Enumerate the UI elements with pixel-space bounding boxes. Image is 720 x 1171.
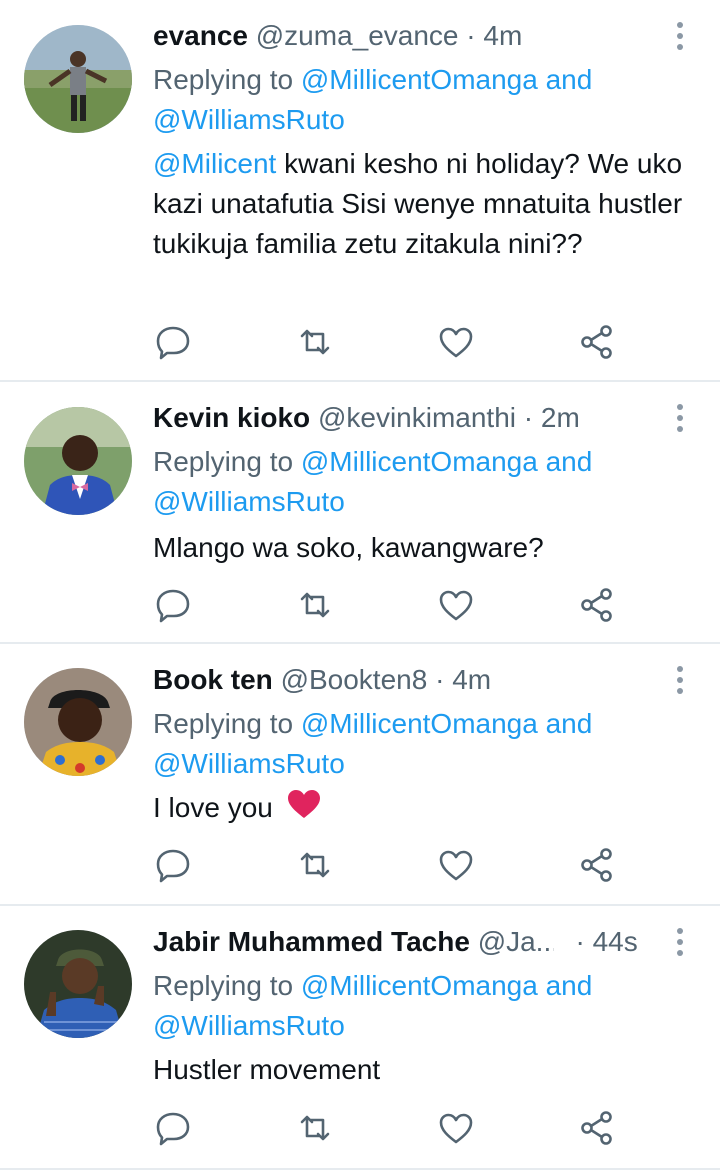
user-handle[interactable]: @zuma_evance [256, 20, 459, 51]
tweet-text-content: I love you [153, 792, 273, 823]
reply-and[interactable]: and [546, 970, 593, 1001]
user-handle[interactable]: @Ja... [478, 924, 554, 960]
reply-icon[interactable] [153, 1108, 193, 1148]
replying-to: Replying to @MillicentOmanga and @Willia… [153, 704, 673, 784]
replying-prefix: Replying to [153, 708, 294, 739]
tweet-header: Kevin kioko @kevinkimanthi · 2m [153, 400, 660, 436]
display-name[interactable]: Book ten [153, 664, 273, 695]
tweet-text: @Milicent kwani kesho ni holiday? We uko… [153, 144, 698, 264]
separator-dot: · [435, 664, 445, 695]
tweet[interactable]: Book ten @Bookten8 · 4m Replying to @Mil… [0, 644, 720, 904]
replying-prefix: Replying to [153, 970, 294, 1001]
mention-link[interactable]: @Milicent [153, 148, 276, 179]
share-icon[interactable] [577, 845, 617, 885]
reply-mention-link[interactable]: @MillicentOmanga [301, 970, 538, 1001]
red-heart-emoji [287, 789, 321, 830]
display-name[interactable]: Kevin kioko [153, 402, 310, 433]
more-options-icon[interactable] [670, 404, 690, 434]
reply-and[interactable]: and [546, 446, 593, 477]
replying-to: Replying to @MillicentOmanga and @Willia… [153, 966, 673, 1046]
reply-mention-link[interactable]: @MillicentOmanga [301, 708, 538, 739]
retweet-icon[interactable] [295, 1108, 335, 1148]
reply-mention-link[interactable]: @WilliamsRuto [153, 104, 345, 135]
tweet[interactable]: Kevin kioko @kevinkimanthi · 2m Replying… [0, 382, 720, 642]
reply-mention-link[interactable]: @WilliamsRuto [153, 748, 345, 779]
tweet-divider [0, 1168, 720, 1170]
tweet-actions [153, 585, 633, 625]
tweet-text: Mlango wa soko, kawangware? [153, 532, 544, 563]
timestamp[interactable]: 44s [593, 926, 638, 957]
retweet-icon[interactable] [295, 585, 335, 625]
separator-dot: · [466, 20, 476, 51]
retweet-icon[interactable] [295, 845, 335, 885]
more-options-icon[interactable] [670, 666, 690, 696]
retweet-icon[interactable] [295, 322, 335, 362]
like-icon[interactable] [436, 1108, 476, 1148]
separator-dot: · [575, 926, 585, 957]
reply-mention-link[interactable]: @MillicentOmanga [301, 446, 538, 477]
timestamp[interactable]: 4m [483, 20, 522, 51]
tweet-text: I love you [153, 788, 698, 830]
share-icon[interactable] [577, 322, 617, 362]
reply-and[interactable]: and [546, 708, 593, 739]
user-handle[interactable]: @Bookten8 [281, 664, 428, 695]
more-options-icon[interactable] [670, 22, 690, 52]
avatar[interactable] [24, 930, 132, 1038]
tweet-text: Hustler movement [153, 1054, 381, 1085]
tweet[interactable]: evance @zuma_evance · 4m Replying to @Mi… [0, 0, 720, 380]
reply-mention-link[interactable]: @WilliamsRuto [153, 486, 345, 517]
replying-prefix: Replying to [153, 446, 294, 477]
like-icon[interactable] [436, 585, 476, 625]
reply-icon[interactable] [153, 845, 193, 885]
tweet-header: evance @zuma_evance · 4m [153, 18, 660, 54]
avatar[interactable] [24, 668, 132, 776]
tweet-header: Jabir Muhammed Tache @Ja... · 44s [153, 924, 660, 960]
replying-prefix: Replying to [153, 64, 294, 95]
avatar[interactable] [24, 407, 132, 515]
display-name[interactable]: evance [153, 20, 248, 51]
tweet[interactable]: Jabir Muhammed Tache @Ja... · 44s Replyi… [0, 906, 720, 1168]
separator-dot: · [523, 402, 534, 433]
share-icon[interactable] [577, 1108, 617, 1148]
like-icon[interactable] [436, 322, 476, 362]
timestamp[interactable]: 4m [452, 664, 491, 695]
reply-and[interactable]: and [546, 64, 593, 95]
tweet-header: Book ten @Bookten8 · 4m [153, 662, 660, 698]
tweet-actions [153, 1108, 633, 1148]
replying-to: Replying to @MillicentOmanga and @Willia… [153, 442, 673, 522]
reply-mention-link[interactable]: @MillicentOmanga [301, 64, 538, 95]
reply-icon[interactable] [153, 322, 193, 362]
display-name[interactable]: Jabir Muhammed Tache [153, 926, 470, 957]
reply-mention-link[interactable]: @WilliamsRuto [153, 1010, 345, 1041]
avatar[interactable] [24, 25, 132, 133]
share-icon[interactable] [577, 585, 617, 625]
reply-icon[interactable] [153, 585, 193, 625]
timestamp[interactable]: 2m [541, 402, 580, 433]
replying-to: Replying to @MillicentOmanga and @Willia… [153, 60, 673, 140]
like-icon[interactable] [436, 845, 476, 885]
tweet-actions [153, 322, 633, 362]
tweet-actions [153, 845, 633, 885]
user-handle[interactable]: @kevinkimanthi [318, 402, 516, 433]
more-options-icon[interactable] [670, 928, 690, 958]
